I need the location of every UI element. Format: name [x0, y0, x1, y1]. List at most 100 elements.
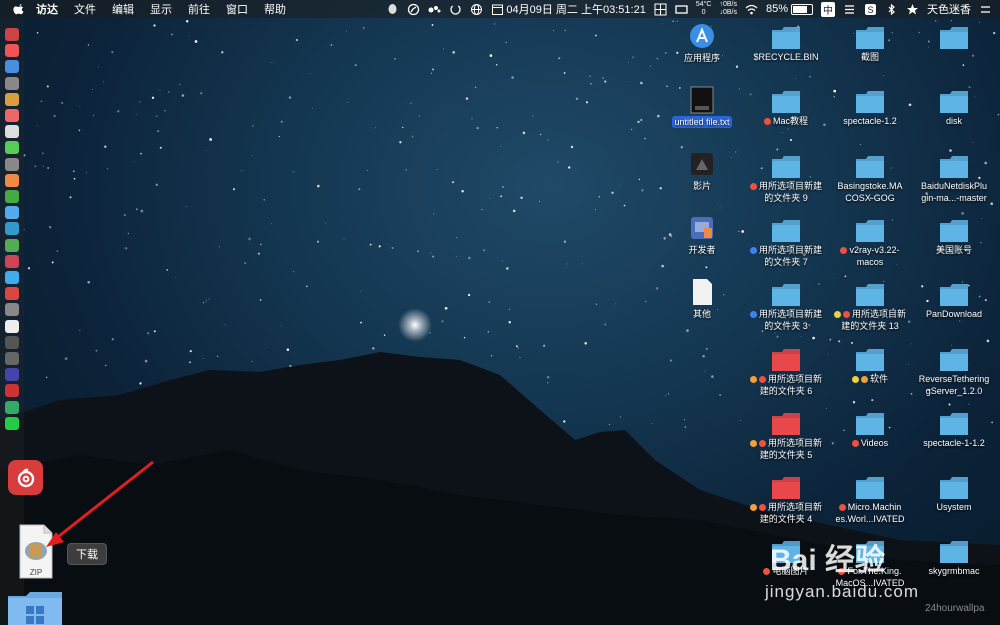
desktop-item-label: 用所选项目新建 的文件夹 3 [748, 308, 824, 332]
folder-icon [940, 412, 968, 435]
folder-icon [856, 477, 884, 500]
label-line: 美国账号 [935, 244, 972, 255]
label-line: v2ray-v3.22- [849, 244, 900, 255]
desktop-item[interactable]: 软件 [828, 348, 912, 385]
label-line: 用所选项目新建 [758, 244, 822, 255]
desktop-item[interactable]: Videos [828, 412, 912, 449]
baidu-watermark: Bai 经验 [770, 544, 886, 577]
label-line: 用所选项目新 [767, 437, 822, 448]
desktop-item[interactable]: disk [912, 91, 996, 127]
label-line: spectacle-1.2 [843, 116, 897, 127]
desktop-item-label: 影片 [692, 181, 711, 191]
desktop-item-label: Mac教程 [762, 115, 810, 127]
app-store-icon [690, 24, 714, 48]
folder-icon [856, 348, 884, 371]
label-line: PanDownload [925, 309, 983, 320]
desktop-item[interactable]: $RECYCLE.BIN [744, 27, 828, 63]
label-line: 建的文件夹 5 [759, 449, 813, 460]
folder-icon [940, 27, 968, 49]
desktop-item[interactable]: 其他 [660, 278, 744, 320]
desktop-item[interactable]: 用所选项目新建 的文件夹 9 [744, 155, 828, 204]
desktop-item-label: 开发者 [688, 245, 716, 255]
desktop-item[interactable]: spectacle-1.2 [828, 91, 912, 127]
desktop-item-label: 应用程序 [683, 53, 720, 63]
desktop-item[interactable]: 应用程序 [660, 22, 744, 64]
txt-file-icon [690, 86, 714, 114]
desktop-item[interactable]: 用所选项目新建 的文件夹 3 [744, 284, 828, 332]
folder-icon [856, 284, 884, 307]
folder-icon [772, 284, 800, 307]
label-line: skygrmbmac [928, 566, 980, 577]
label-line: Basingstoke.MA [837, 180, 903, 191]
desktop-item[interactable] [912, 27, 996, 63]
desktop-item-label: Usystem [934, 501, 973, 513]
label-line: 用所选项目新 [767, 373, 822, 384]
desktop-item[interactable]: v2ray-v3.22- macos [828, 219, 912, 268]
desktop-item[interactable]: 截图 [828, 27, 912, 63]
folder-icon [856, 27, 884, 49]
desktop-item-label: 用所选项目新 建的文件夹 13 [832, 308, 908, 332]
label-line: $RECYCLE.BIN [753, 52, 819, 62]
desktop-item[interactable]: 用所选项目新 建的文件夹 5 [744, 412, 828, 461]
folder-icon [856, 91, 884, 114]
tag-dot [758, 504, 766, 512]
label-line: BaiduNetdiskPlu [920, 180, 988, 191]
desktop-item[interactable]: 用所选项目新 建的文件夹 6 [744, 348, 828, 397]
label-line: 用所选项目新 [767, 502, 822, 513]
tag-dot [840, 246, 848, 254]
desktop-item[interactable]: 用所选项目新建 的文件夹 7 [744, 219, 828, 268]
folder-icon [772, 348, 800, 371]
label-line: 用所选项目新 [851, 309, 906, 320]
tag-dot [838, 504, 846, 512]
label-line: es.Worl...IVATED [835, 514, 905, 525]
desktop-item-label: 用所选项目新 建的文件夹 5 [748, 437, 824, 461]
desktop-item[interactable]: skygrmbmac [912, 541, 996, 577]
baidu-url: jingyan.baidu.com [765, 582, 920, 601]
label-line: 用所选项目新建 [758, 309, 822, 320]
desktop-item[interactable]: Basingstoke.MA COSX-GOG [828, 155, 912, 204]
desktop-item[interactable]: 用所选项目新 建的文件夹 4 [744, 477, 828, 525]
desktop-item[interactable]: ReverseTethering gServer_1.2.0 [912, 348, 996, 397]
tag-dot [860, 375, 868, 383]
desktop-item[interactable]: Mac教程 [744, 91, 828, 127]
folder-icon [940, 348, 968, 371]
desktop-item-label: Videos [850, 437, 890, 449]
tag-dot [749, 311, 757, 319]
desktop-item[interactable]: BaiduNetdiskPlu gin-ma...-master [912, 155, 996, 204]
tag-dot [842, 311, 850, 319]
desktop-item[interactable]: spectacle-1-1.2 [912, 412, 996, 449]
label-line: COSX-GOG [845, 192, 895, 203]
folder-icon [772, 477, 800, 500]
folder-icon [940, 541, 968, 564]
label-line: macos [856, 256, 884, 267]
folder-icon [940, 477, 968, 500]
movies-icon [691, 153, 713, 175]
desktop-item[interactable]: 用所选项目新 建的文件夹 13 [828, 284, 912, 332]
label-line: Micro.Machin [847, 502, 902, 513]
desktop-item-label: 截图 [859, 51, 881, 63]
desktop-item-label: spectacle-1-1.2 [921, 437, 987, 449]
desktop-item-label: untitled file.txt [672, 116, 732, 128]
tag-dot [851, 439, 859, 447]
desktop-item[interactable]: Usystem [912, 477, 996, 513]
desktop-item[interactable]: PanDownload [912, 284, 996, 320]
tag-dot [758, 439, 766, 447]
desktop-item[interactable]: 影片 [660, 150, 744, 192]
label-line: Videos [860, 437, 889, 448]
desktop-item-label: Micro.Machin es.Worl...IVATED [833, 501, 906, 525]
folder-icon [940, 284, 968, 307]
desktop-item[interactable]: Micro.Machin es.Worl...IVATED [828, 477, 912, 525]
desktop-item[interactable]: 美国账号 [912, 219, 996, 256]
desktop-item[interactable]: untitled file.txt [660, 86, 744, 128]
label-line: disk [945, 116, 962, 127]
desktop-item[interactable]: 开发者 [660, 214, 744, 256]
desktop-item-label: $RECYCLE.BIN [751, 51, 820, 63]
developer-icon [691, 217, 713, 239]
desktop-item-label: BaiduNetdiskPlu gin-ma...-master [919, 180, 989, 204]
label-line: 的文件夹 7 [764, 256, 808, 267]
folder-icon [856, 219, 884, 242]
desktop-item-label: Basingstoke.MA COSX-GOG [835, 180, 904, 204]
label-line: 截图 [860, 52, 879, 62]
label-line: 建的文件夹 4 [759, 514, 813, 525]
wallpaper-credit: 24hourwallpa [925, 603, 985, 614]
